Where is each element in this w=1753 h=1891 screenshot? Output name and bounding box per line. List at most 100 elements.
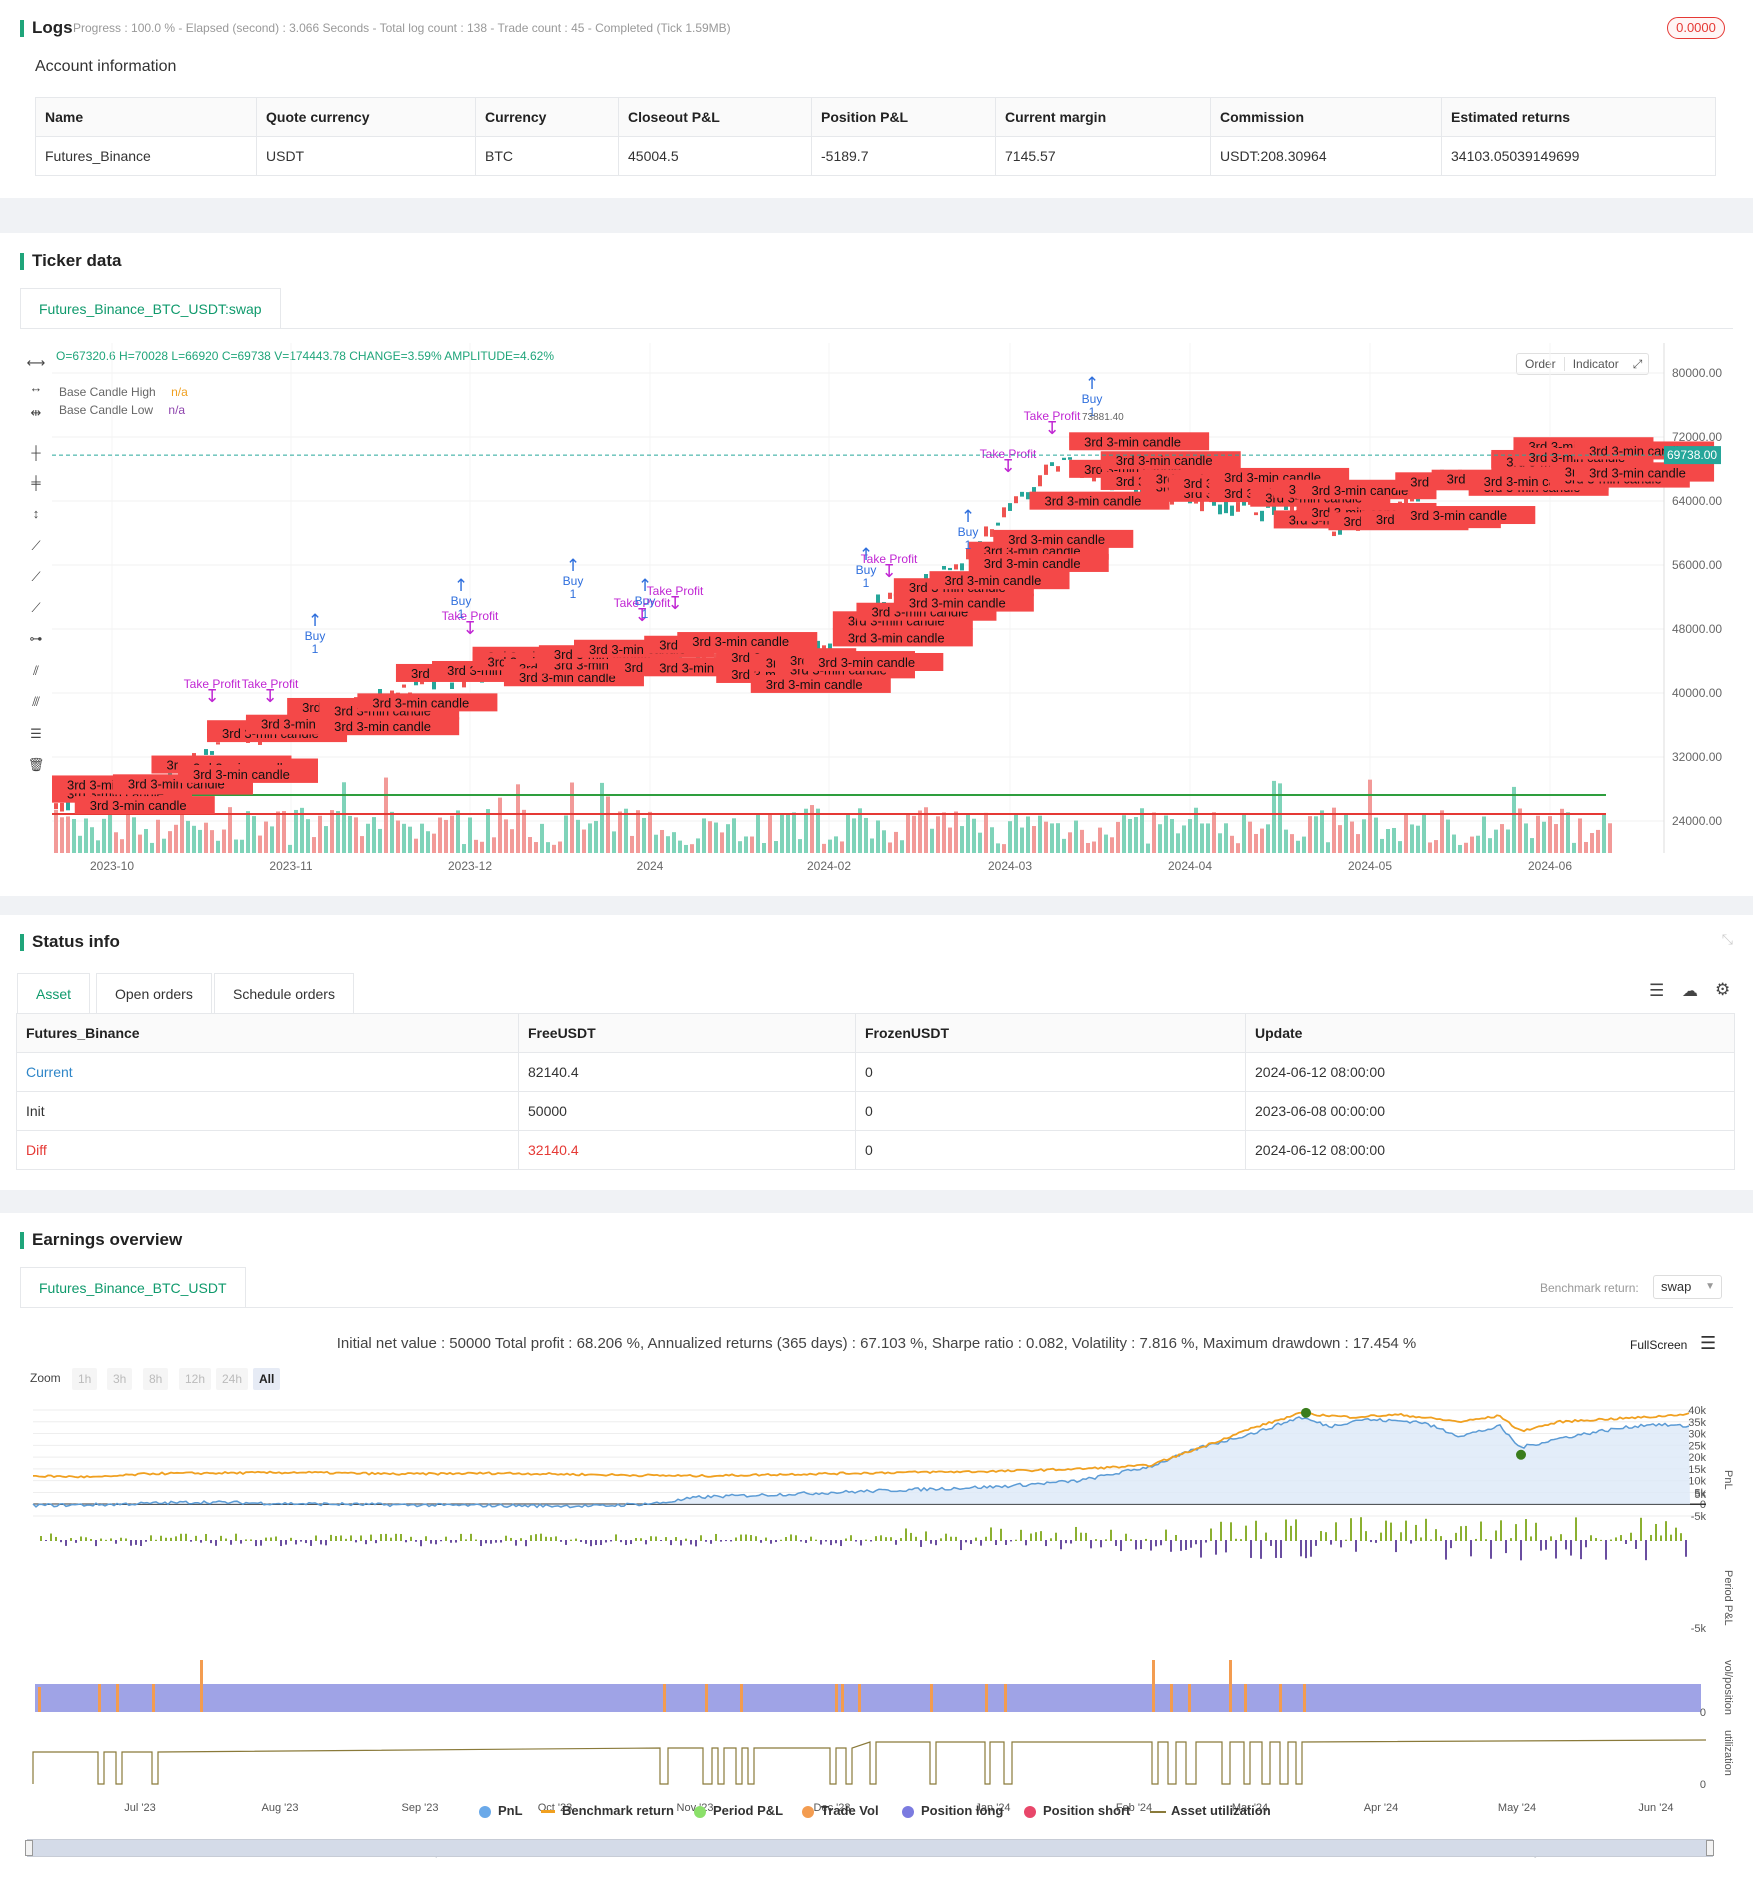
tab-asset[interactable]: Asset xyxy=(17,973,91,1013)
period-pnl-bar xyxy=(1570,1540,1572,1556)
settings-gear-icon[interactable]: ⚙ xyxy=(1715,980,1730,1000)
zoom-3h[interactable]: 3h xyxy=(107,1368,133,1390)
period-pnl-bar xyxy=(1180,1540,1182,1551)
volume-bar xyxy=(1488,838,1492,853)
legend-long[interactable]: Position long xyxy=(921,1803,1003,1818)
period-pnl-bar xyxy=(135,1540,137,1545)
volume-bar xyxy=(882,830,886,853)
tab-earnings-symbol[interactable]: Futures_Binance_BTC_USDT xyxy=(20,1267,246,1307)
period-pnl-bar xyxy=(475,1539,477,1541)
period-pnl-bar xyxy=(1290,1525,1292,1541)
period-pnl-bar xyxy=(900,1538,902,1541)
legend-util[interactable]: Asset utilization xyxy=(1171,1803,1271,1818)
period-pnl-bar xyxy=(1100,1540,1102,1548)
volume-bar xyxy=(1212,812,1216,853)
period-pnl-bar xyxy=(280,1540,282,1547)
col-currency: Currency xyxy=(475,97,619,137)
tab-schedule-orders[interactable]: Schedule orders xyxy=(214,973,354,1013)
col-update: Update xyxy=(1245,1013,1735,1053)
zoom-1h[interactable]: 1h xyxy=(72,1368,98,1390)
period-pnl-bar xyxy=(695,1540,697,1547)
volume-bar xyxy=(1494,829,1498,853)
volume-bar xyxy=(1356,834,1360,853)
volume-bar xyxy=(732,818,736,853)
period-pnl-bar xyxy=(895,1540,897,1545)
legend-pnl[interactable]: PnL xyxy=(498,1803,523,1818)
benchmark-select[interactable]: swap ▼ xyxy=(1653,1275,1722,1299)
period-pnl-bar xyxy=(1165,1529,1167,1541)
signal-label: 3rd 3-min candle xyxy=(357,693,498,712)
candle xyxy=(942,566,946,570)
period-pnl-bar xyxy=(955,1536,957,1541)
volume-bar xyxy=(132,817,136,853)
period-pnl-bar xyxy=(515,1540,517,1546)
legend-short[interactable]: Position short xyxy=(1043,1803,1130,1818)
tab-open-orders[interactable]: Open orders xyxy=(96,973,212,1013)
volume-bar xyxy=(858,808,862,853)
navigator-handle-right[interactable] xyxy=(1706,1840,1714,1856)
pnl-tick: 30k xyxy=(1688,1429,1706,1441)
period-pnl-bar xyxy=(1210,1528,1212,1541)
legend-period[interactable]: Period P&L xyxy=(713,1803,783,1818)
cell: 45004.5 xyxy=(618,136,812,176)
trade-vol-bar xyxy=(116,1684,119,1712)
period-tick: -5k xyxy=(1691,1623,1707,1635)
cloud-upload-icon[interactable]: ☁ xyxy=(1682,981,1698,1001)
period-pnl-bar xyxy=(610,1540,612,1542)
volume-bar xyxy=(1566,812,1570,853)
zoom-24h[interactable]: 24h xyxy=(216,1368,249,1390)
volume-bar xyxy=(762,842,766,853)
period-pnl-bar xyxy=(1375,1540,1377,1543)
take-profit-arrow: ↧ xyxy=(1044,418,1059,439)
period-pnl-bar xyxy=(1535,1522,1537,1541)
volume-bar xyxy=(474,839,478,853)
signal-label-text: 3rd 3-min candle xyxy=(984,556,1081,571)
period-pnl-bar xyxy=(660,1540,662,1542)
candle xyxy=(1284,506,1288,510)
pane-label: Period P&L xyxy=(1722,1570,1734,1626)
cell: 0 xyxy=(855,1052,1246,1092)
volume-bar xyxy=(1446,819,1450,853)
volume-bar xyxy=(96,840,100,853)
max-price-label: 73881.40 xyxy=(1082,412,1124,423)
navigator-bar[interactable] xyxy=(27,1839,1713,1857)
period-pnl-bar xyxy=(175,1536,177,1541)
volume-bar xyxy=(1122,815,1126,853)
period-pnl-bar xyxy=(1040,1531,1042,1541)
zoom-all[interactable]: All xyxy=(253,1368,281,1390)
period-pnl-bar xyxy=(235,1533,237,1541)
volume-bar xyxy=(156,819,160,853)
period-pnl-bar xyxy=(815,1539,817,1541)
period-pnl-bar xyxy=(910,1532,912,1541)
candle xyxy=(1254,512,1258,516)
logs-badge[interactable]: 0.0000 xyxy=(1667,17,1725,39)
zoom-8h[interactable]: 8h xyxy=(143,1368,169,1390)
trade-vol-bar xyxy=(858,1684,861,1712)
period-pnl-bar xyxy=(960,1540,962,1551)
volume-bar xyxy=(948,827,952,853)
collapse-icon[interactable]: ⤡ xyxy=(1722,931,1733,948)
navigator-handle-left[interactable] xyxy=(25,1840,33,1856)
price-tick: 40000.00 xyxy=(1672,686,1722,700)
period-pnl-bar xyxy=(1565,1540,1567,1550)
volume-bar xyxy=(1326,842,1330,853)
volume-bar xyxy=(348,815,352,853)
volume-bar xyxy=(1428,842,1432,853)
volume-bar xyxy=(1290,834,1294,853)
period-pnl-bar xyxy=(1195,1540,1197,1545)
period-pnl-bar xyxy=(505,1535,507,1541)
candle xyxy=(1230,505,1234,516)
fullscreen-button[interactable]: FullScreen xyxy=(1630,1338,1687,1352)
menu-icon[interactable]: ☰ xyxy=(1700,1333,1716,1354)
period-pnl-bar xyxy=(380,1534,382,1541)
volume-bar xyxy=(270,826,274,853)
candle xyxy=(1068,457,1072,460)
candle xyxy=(60,802,64,812)
list-icon[interactable]: ☰ xyxy=(1649,981,1664,1001)
legend-benchmark[interactable]: Benchmark return xyxy=(562,1803,674,1818)
legend-tradevol[interactable]: Trade Vol xyxy=(821,1803,879,1818)
volume-bar xyxy=(1470,836,1474,853)
volume-bar xyxy=(984,812,988,853)
zoom-12h[interactable]: 12h xyxy=(179,1368,212,1390)
volume-bar xyxy=(66,816,70,853)
